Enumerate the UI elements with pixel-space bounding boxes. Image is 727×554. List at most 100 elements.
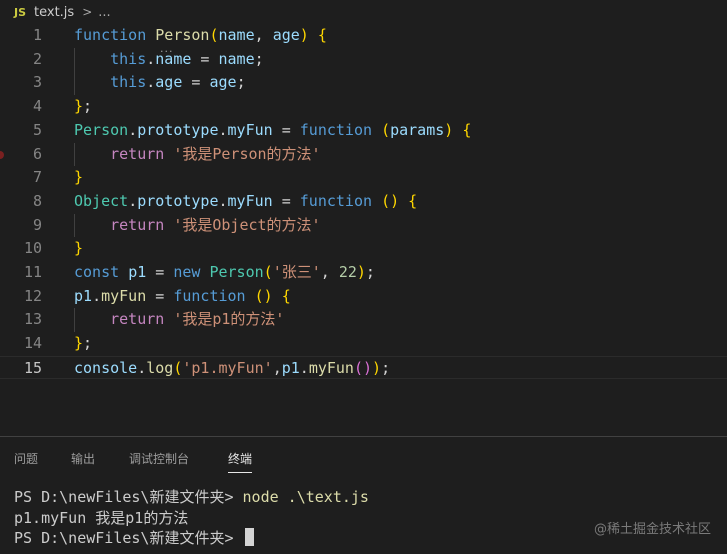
- code-token: p1: [128, 263, 147, 281]
- line-number: 2: [32, 49, 42, 68]
- code-token: function: [299, 120, 373, 139]
- terminal-cursor: [244, 528, 254, 546]
- code-line[interactable]: 12 p1.myFun = function () {: [0, 285, 727, 309]
- code-token: this: [110, 73, 147, 92]
- tab-output[interactable]: 输出: [71, 437, 95, 477]
- code-line[interactable]: 6 return '我是Person的方法': [0, 142, 727, 167]
- code-text: const p1 = new Person('张三', 22);: [74, 261, 375, 285]
- code-token: myFun: [227, 191, 273, 210]
- terminal-prompt: PS D:\newFiles\新建文件夹>: [14, 529, 243, 547]
- code-token: this: [110, 49, 147, 68]
- code-token: .: [299, 358, 309, 377]
- code-token: '我是Object的方法': [173, 215, 321, 234]
- code-text: p1.myFun = function () {: [74, 285, 291, 309]
- code-token: '我是Person的方法': [173, 144, 321, 163]
- code-line[interactable]: 10}: [0, 237, 727, 261]
- line-number: 3: [32, 73, 42, 92]
- code-line[interactable]: 11 const p1 = new Person('张三', 22);: [0, 261, 727, 285]
- code-token: }: [74, 97, 84, 116]
- code-token: ): [299, 26, 309, 44]
- code-token: prototype: [137, 120, 219, 139]
- code-token: '我是p1的方法': [173, 310, 285, 329]
- code-token: name: [218, 26, 255, 44]
- code-line[interactable]: 4};: [0, 95, 727, 119]
- code-token: function: [299, 191, 373, 210]
- tab-debug-console[interactable]: 调试控制台: [129, 437, 189, 477]
- code-token: ;: [365, 263, 375, 281]
- code-token: }: [74, 239, 84, 258]
- code-text: Person.prototype.myFun = function (param…: [74, 119, 471, 143]
- code-token: .: [92, 286, 102, 305]
- code-token: Person: [209, 263, 264, 281]
- line-number: 9: [32, 215, 42, 234]
- code-text: };: [74, 95, 92, 119]
- line-number: 4: [32, 97, 42, 116]
- code-line[interactable]: 5 Person.prototype.myFun = function (para…: [0, 119, 727, 143]
- code-editor[interactable]: ... 1 function Person(name, age) {2 this.…: [0, 24, 727, 436]
- terminal-line: PS D:\newFiles\新建文件夹> node .\text.js: [14, 487, 714, 508]
- code-token: function: [173, 286, 246, 305]
- code-token: Person: [155, 26, 210, 44]
- code-token: function: [74, 26, 147, 44]
- line-number: 14: [23, 334, 42, 353]
- code-token: ;: [83, 97, 93, 116]
- code-token: .: [128, 191, 138, 210]
- code-token: =: [146, 286, 174, 305]
- tab-problems[interactable]: 问题: [14, 437, 38, 477]
- code-line[interactable]: 3 this.age = age;: [0, 71, 727, 96]
- code-token: .: [218, 120, 228, 139]
- breadcrumb-more[interactable]: ...: [98, 5, 110, 20]
- javascript-file-icon: JS: [14, 5, 27, 19]
- code-line[interactable]: 14};: [0, 332, 727, 356]
- code-line[interactable]: 9 return '我是Object的方法': [0, 213, 727, 238]
- code-token: ,: [320, 263, 339, 281]
- code-token: 'p1.myFun': [182, 358, 273, 377]
- code-line[interactable]: 2 this.name = name;: [0, 47, 727, 72]
- line-number: 6: [32, 144, 42, 163]
- code-token: myFun: [308, 358, 354, 377]
- code-token: params: [390, 120, 445, 139]
- code-text: return '我是p1的方法': [74, 308, 284, 332]
- code-token: new: [173, 263, 201, 281]
- code-token: prototype: [137, 191, 219, 210]
- code-text: console.log('p1.myFun',p1.myFun());: [74, 357, 390, 381]
- code-token: p1: [281, 358, 300, 377]
- code-line[interactable]: 8 Object.prototype.myFun = function () {: [0, 190, 727, 214]
- code-text: }: [74, 166, 83, 190]
- code-token: return: [110, 144, 165, 163]
- code-token: ,: [272, 358, 282, 377]
- code-token: Object: [74, 191, 129, 210]
- line-number: 7: [32, 168, 42, 187]
- code-line[interactable]: 13 return '我是p1的方法': [0, 308, 727, 333]
- code-token: =: [191, 49, 219, 68]
- code-token: {: [317, 26, 327, 44]
- code-token: (): [353, 358, 373, 377]
- code-line[interactable]: 1 function Person(name, age) {: [0, 24, 727, 48]
- chevron-right-icon: >: [82, 5, 93, 19]
- code-token: console: [74, 358, 138, 377]
- code-token: =: [272, 120, 300, 139]
- line-number: 11: [23, 263, 42, 281]
- code-token: }: [74, 334, 84, 353]
- line-number: 15: [23, 358, 42, 377]
- code-token: .: [137, 358, 147, 377]
- code-line[interactable]: 15 console.log('p1.myFun',p1.myFun());: [0, 355, 727, 381]
- code-token: myFun: [101, 286, 147, 305]
- code-text: return '我是Person的方法': [74, 143, 321, 167]
- watermark: @稀土掘金技术社区: [593, 522, 711, 537]
- code-token: (: [209, 26, 219, 44]
- code-token: .: [146, 49, 156, 68]
- line-number: 13: [23, 310, 42, 329]
- code-line[interactable]: 7}: [0, 166, 727, 190]
- breadcrumb-file[interactable]: text.js: [34, 5, 74, 20]
- code-token: (: [263, 263, 273, 281]
- tab-terminal[interactable]: 终端: [228, 437, 253, 477]
- code-token: name: [218, 49, 255, 68]
- code-token: age: [272, 26, 300, 44]
- code-token: .: [218, 191, 228, 210]
